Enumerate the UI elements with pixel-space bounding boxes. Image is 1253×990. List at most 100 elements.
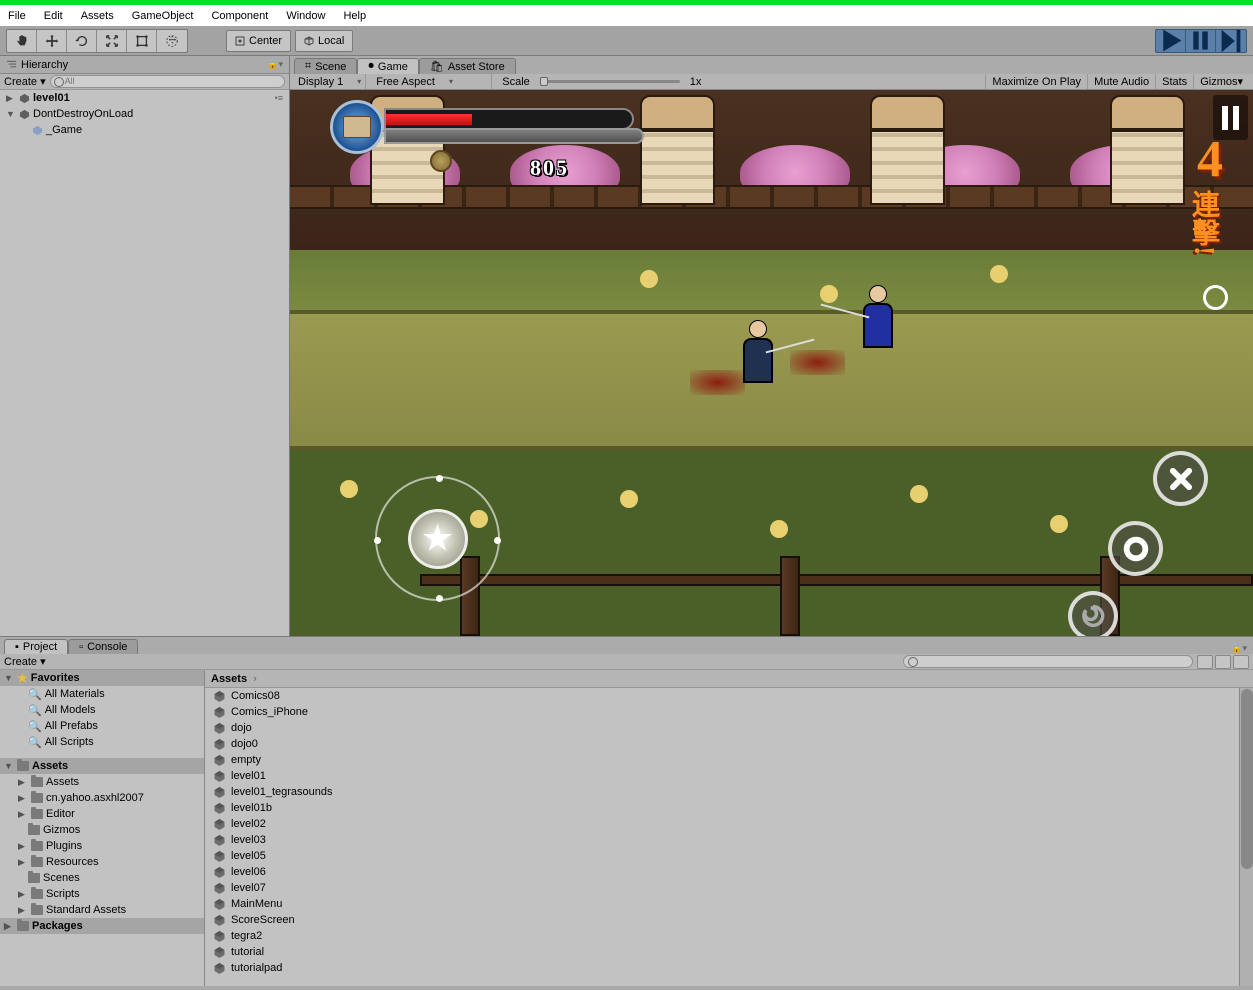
folder-item[interactable]: ▶Plugins xyxy=(0,838,204,854)
stats-button[interactable]: Stats xyxy=(1155,74,1193,89)
asset-item[interactable]: tegra2 xyxy=(213,928,1253,944)
project-search-input[interactable] xyxy=(903,655,1193,668)
hud-combo-text: 連擊! xyxy=(1183,190,1223,255)
expand-arrow-icon[interactable]: ▶ xyxy=(6,93,16,104)
scale-handle[interactable] xyxy=(540,77,548,86)
tab-project[interactable]: ▪Project xyxy=(4,639,68,654)
tab-scene[interactable]: ⌗Scene xyxy=(294,58,357,74)
unified-tool-button[interactable] xyxy=(157,30,187,52)
hierarchy-item-scene[interactable]: ▶ level01 •≡ xyxy=(0,90,289,106)
menu-file[interactable]: File xyxy=(8,10,26,22)
panel-lock-icon[interactable]: 🔒▾ xyxy=(1231,643,1247,654)
search-by-label-button[interactable] xyxy=(1215,655,1231,669)
hud-combo-number: 4 xyxy=(1197,130,1223,189)
rotate-tool-button[interactable] xyxy=(67,30,97,52)
menu-gameobject[interactable]: GameObject xyxy=(132,10,194,22)
menu-window[interactable]: Window xyxy=(286,10,325,22)
folder-item[interactable]: ▶Editor xyxy=(0,806,204,822)
tab-game[interactable]: ⏺Game xyxy=(357,58,418,74)
game-viewport[interactable]: 805 4 連擊! videos xyxy=(290,90,1253,636)
packages-root[interactable]: ▶Packages xyxy=(0,918,204,934)
asset-item[interactable]: MainMenu xyxy=(213,896,1253,912)
project-create-dropdown[interactable]: Create ▾ xyxy=(4,655,46,668)
asset-item[interactable]: empty xyxy=(213,752,1253,768)
hierarchy-item-game[interactable]: _Game xyxy=(0,122,289,138)
folder-item[interactable]: ▶Resources xyxy=(0,854,204,870)
favorite-item[interactable]: 🔍All Scripts xyxy=(0,734,204,750)
menu-assets[interactable]: Assets xyxy=(81,10,114,22)
asset-item[interactable]: Comics_iPhone xyxy=(213,704,1253,720)
gizmos-dropdown[interactable]: Gizmos ▾ xyxy=(1193,74,1249,89)
rect-tool-button[interactable] xyxy=(127,30,157,52)
asset-item[interactable]: level02 xyxy=(213,816,1253,832)
save-search-button[interactable] xyxy=(1233,655,1249,669)
asset-item[interactable]: Comics08 xyxy=(213,688,1253,704)
folder-item[interactable]: ▶Assets xyxy=(0,774,204,790)
scale-tool-button[interactable] xyxy=(97,30,127,52)
scrollbar-thumb[interactable] xyxy=(1241,689,1253,869)
favorite-item[interactable]: 🔍All Prefabs xyxy=(0,718,204,734)
asset-item[interactable]: level01 xyxy=(213,768,1253,784)
joystick-knob[interactable] xyxy=(408,509,468,569)
menu-help[interactable]: Help xyxy=(343,10,366,22)
favorites-header[interactable]: ▼★Favorites xyxy=(0,670,204,686)
action-spiral-button[interactable] xyxy=(1068,591,1118,636)
expand-arrow-icon[interactable]: ▼ xyxy=(6,109,16,119)
hierarchy-tab[interactable]: Hierarchy 🔒▾ xyxy=(0,56,289,74)
pivot-local-button[interactable]: Local xyxy=(295,30,353,52)
tab-assetstore[interactable]: 🛍Asset Store xyxy=(419,58,516,74)
scale-icon xyxy=(105,34,119,48)
folder-item[interactable]: Scenes xyxy=(0,870,204,886)
scrollbar[interactable] xyxy=(1239,688,1253,986)
spiral-icon xyxy=(1079,602,1107,630)
asset-item[interactable]: level01_tegrasounds xyxy=(213,784,1253,800)
asset-item[interactable]: ScoreScreen xyxy=(213,912,1253,928)
pivot-center-button[interactable]: Center xyxy=(226,30,291,52)
asset-item[interactable]: level07 xyxy=(213,880,1253,896)
pause-button[interactable] xyxy=(1186,30,1216,52)
folder-item[interactable]: ▶Standard Assets xyxy=(0,902,204,918)
hand-tool-button[interactable] xyxy=(7,30,37,52)
hierarchy-search-input[interactable]: All xyxy=(50,75,285,88)
search-by-type-button[interactable] xyxy=(1197,655,1213,669)
asset-item[interactable]: dojo xyxy=(213,720,1253,736)
folder-item[interactable]: Gizmos xyxy=(0,822,204,838)
menu-edit[interactable]: Edit xyxy=(44,10,63,22)
scale-slider[interactable] xyxy=(540,80,680,83)
favorite-item[interactable]: 🔍All Materials xyxy=(0,686,204,702)
play-button[interactable] xyxy=(1156,30,1186,52)
folder-icon xyxy=(31,809,43,819)
hierarchy-lock-icon[interactable]: 🔒▾ xyxy=(267,59,283,70)
asset-item[interactable]: level05 xyxy=(213,848,1253,864)
menu-component[interactable]: Component xyxy=(211,10,268,22)
action-circle-button[interactable] xyxy=(1108,521,1163,576)
scene-options-icon[interactable]: •≡ xyxy=(275,93,283,103)
folder-item[interactable]: ▶cn.yahoo.asxhl2007 xyxy=(0,790,204,806)
virtual-joystick[interactable] xyxy=(375,476,500,601)
display-dropdown[interactable]: Display 1 xyxy=(294,74,366,89)
asset-item[interactable]: tutorial xyxy=(213,944,1253,960)
hierarchy-item-dontdestroy[interactable]: ▼ DontDestroyOnLoad xyxy=(0,106,289,122)
asset-item[interactable]: dojo0 xyxy=(213,736,1253,752)
unity-scene-icon xyxy=(213,834,226,847)
assetstore-icon: 🛍 xyxy=(430,60,444,73)
folder-item[interactable]: ▶Scripts xyxy=(0,886,204,902)
favorite-item[interactable]: 🔍All Models xyxy=(0,702,204,718)
assets-root[interactable]: ▼Assets xyxy=(0,758,204,774)
create-dropdown[interactable]: Create ▾ xyxy=(4,75,46,88)
asset-item[interactable]: level06 xyxy=(213,864,1253,880)
mute-button[interactable]: Mute Audio xyxy=(1087,74,1155,89)
asset-item[interactable]: tutorialpad xyxy=(213,960,1253,976)
breadcrumb[interactable]: Assets xyxy=(205,670,1253,688)
maximize-button[interactable]: Maximize On Play xyxy=(985,74,1087,89)
hierarchy-toolbar: Create ▾ All xyxy=(0,74,289,90)
step-button[interactable] xyxy=(1216,30,1246,52)
action-x-button[interactable] xyxy=(1153,451,1208,506)
aspect-dropdown[interactable]: Free Aspect xyxy=(372,74,492,89)
unity-scene-icon xyxy=(213,754,226,767)
tab-console[interactable]: ▫Console xyxy=(68,639,138,654)
hp-bar xyxy=(384,108,634,130)
move-tool-button[interactable] xyxy=(37,30,67,52)
asset-item[interactable]: level03 xyxy=(213,832,1253,848)
asset-item[interactable]: level01b xyxy=(213,800,1253,816)
